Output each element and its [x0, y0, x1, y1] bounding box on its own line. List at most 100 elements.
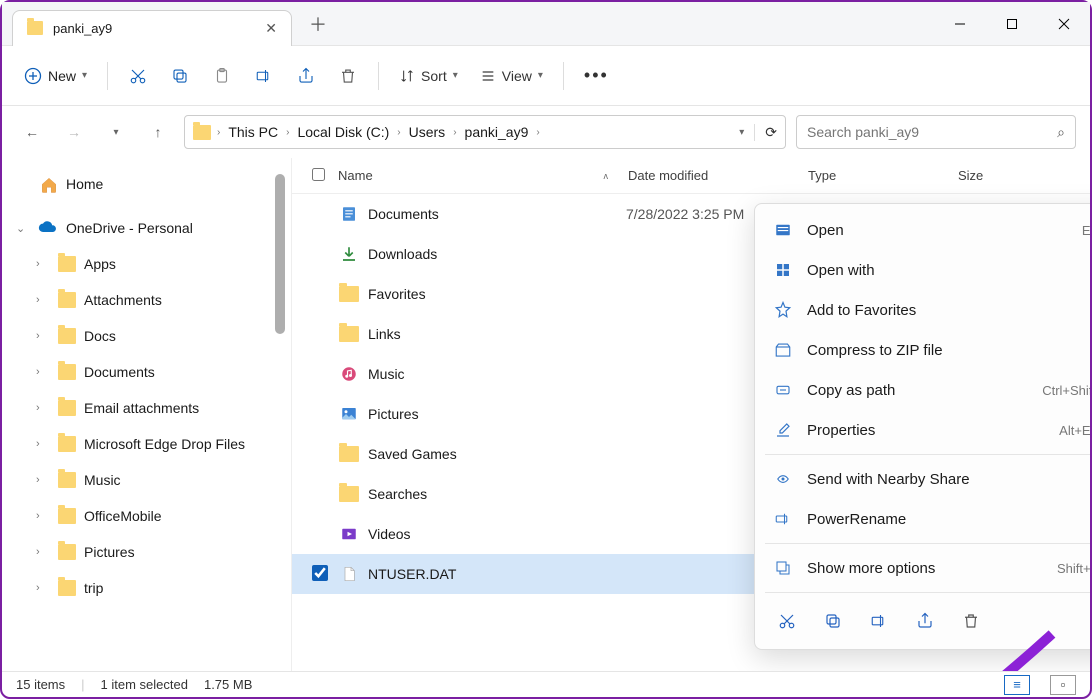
- close-button[interactable]: [1038, 2, 1090, 46]
- column-name[interactable]: Nameʌ: [338, 168, 628, 183]
- sidebar-item[interactable]: › Docs: [2, 318, 291, 354]
- search-input[interactable]: [807, 124, 1057, 140]
- chevron-right-icon[interactable]: ›: [36, 474, 50, 486]
- sidebar-item-label: trip: [84, 580, 103, 596]
- maximize-button[interactable]: [986, 2, 1038, 46]
- chevron-right-icon[interactable]: ›: [36, 366, 50, 378]
- column-date[interactable]: Date modified: [628, 168, 808, 183]
- crumb-this-pc[interactable]: This PC: [226, 124, 280, 140]
- sidebar-item-label: Apps: [84, 256, 116, 272]
- chevron-right-icon[interactable]: ›: [36, 258, 50, 270]
- crumb-drive[interactable]: Local Disk (C:): [295, 124, 391, 140]
- crumb-current[interactable]: panki_ay9: [463, 124, 531, 140]
- divider: [378, 62, 379, 90]
- new-button[interactable]: New ▾: [16, 58, 95, 94]
- select-all-checkbox[interactable]: [312, 168, 325, 181]
- delete-button[interactable]: [330, 58, 366, 94]
- row-name: Pictures: [368, 406, 626, 422]
- details-view-button[interactable]: ≡: [1004, 675, 1030, 695]
- context-item[interactable]: Add to Favorites: [755, 290, 1090, 330]
- forward-button[interactable]: →: [58, 116, 90, 148]
- status-selected: 1 item selected: [101, 677, 188, 692]
- folder-icon: [27, 21, 43, 35]
- address-bar-row: ← → ▾ ↑ › This PC › Local Disk (C:) › Us…: [2, 106, 1090, 158]
- row-checkbox[interactable]: [312, 565, 328, 581]
- sidebar-item[interactable]: › Pictures: [2, 534, 291, 570]
- context-item[interactable]: Show more options Shift+F10: [755, 548, 1090, 588]
- context-shortcut: Ctrl+Shift+C: [1042, 383, 1090, 398]
- row-icon: [338, 365, 360, 383]
- chevron-right-icon[interactable]: ›: [36, 546, 50, 558]
- context-item[interactable]: Send with Nearby Share: [755, 459, 1090, 499]
- sidebar-home[interactable]: Home: [2, 166, 291, 202]
- file-list-pane: Nameʌ Date modified Type Size Documents …: [292, 158, 1090, 671]
- sidebar-item[interactable]: › Attachments: [2, 282, 291, 318]
- sidebar-item-label: Email attachments: [84, 400, 199, 416]
- rename-icon: [773, 509, 793, 529]
- context-item[interactable]: Properties Alt+Enter: [755, 410, 1090, 450]
- context-label: PowerRename: [807, 511, 1090, 528]
- tab[interactable]: panki_ay9 ✕: [12, 10, 292, 46]
- sidebar-item[interactable]: › Microsoft Edge Drop Files: [2, 426, 291, 462]
- column-size[interactable]: Size: [958, 168, 1090, 183]
- context-item[interactable]: Open with ›: [755, 250, 1090, 290]
- chevron-right-icon[interactable]: ›: [36, 330, 50, 342]
- folder-icon: [58, 544, 76, 560]
- up-button[interactable]: ↑: [142, 116, 174, 148]
- context-item[interactable]: Compress to ZIP file: [755, 330, 1090, 370]
- context-item[interactable]: PowerRename: [755, 499, 1090, 539]
- thumbnails-view-button[interactable]: ▫: [1050, 675, 1076, 695]
- row-icon: [338, 525, 360, 543]
- context-separator: [765, 592, 1090, 593]
- sidebar-scrollbar[interactable]: [275, 174, 285, 334]
- row-icon: [338, 485, 360, 503]
- sidebar-item[interactable]: › trip: [2, 570, 291, 606]
- status-bar: 15 items | 1 item selected 1.75 MB ≡ ▫: [2, 671, 1090, 697]
- sidebar-item[interactable]: › OfficeMobile: [2, 498, 291, 534]
- chevron-right-icon[interactable]: ›: [36, 582, 50, 594]
- chevron-down-icon[interactable]: ⌄: [16, 222, 30, 235]
- search-box[interactable]: ⌕: [796, 115, 1076, 149]
- delete-button[interactable]: [951, 603, 991, 639]
- more-button[interactable]: •••: [576, 58, 617, 94]
- copy-button[interactable]: [813, 603, 853, 639]
- sidebar-onedrive[interactable]: ⌄ OneDrive - Personal: [2, 210, 291, 246]
- crumb-users[interactable]: Users: [407, 124, 448, 140]
- chevron-right-icon: ›: [397, 127, 400, 138]
- cut-button[interactable]: [120, 58, 156, 94]
- view-button[interactable]: View ▾: [472, 58, 551, 94]
- chevron-right-icon[interactable]: ›: [36, 438, 50, 450]
- new-tab-button[interactable]: ＋: [302, 8, 334, 40]
- rename-button[interactable]: [859, 603, 899, 639]
- sidebar-item-label: Documents: [84, 364, 155, 380]
- chevron-right-icon[interactable]: ›: [36, 510, 50, 522]
- sidebar-item[interactable]: › Music: [2, 462, 291, 498]
- folder-icon: [58, 580, 76, 596]
- chevron-right-icon[interactable]: ›: [36, 402, 50, 414]
- paste-button[interactable]: [204, 58, 240, 94]
- minimize-button[interactable]: [934, 2, 986, 46]
- cut-button[interactable]: [767, 603, 807, 639]
- recent-button[interactable]: ▾: [100, 116, 132, 148]
- rename-button[interactable]: [246, 58, 282, 94]
- copy-button[interactable]: [162, 58, 198, 94]
- chevron-down-icon[interactable]: ▾: [739, 127, 744, 138]
- sidebar-item[interactable]: › Email attachments: [2, 390, 291, 426]
- sidebar-item-label: Music: [84, 472, 121, 488]
- context-item[interactable]: Open Enter: [755, 210, 1090, 250]
- context-item[interactable]: Copy as path Ctrl+Shift+C: [755, 370, 1090, 410]
- row-name: Links: [368, 326, 626, 342]
- sidebar-item[interactable]: › Documents: [2, 354, 291, 390]
- chevron-right-icon[interactable]: ›: [36, 294, 50, 306]
- breadcrumb[interactable]: › This PC › Local Disk (C:) › Users › pa…: [184, 115, 786, 149]
- sort-button[interactable]: Sort ▾: [391, 58, 466, 94]
- back-button[interactable]: ←: [16, 116, 48, 148]
- close-tab-icon[interactable]: ✕: [265, 20, 277, 37]
- column-type[interactable]: Type: [808, 168, 958, 183]
- refresh-button[interactable]: ⟳: [754, 124, 777, 141]
- share-button[interactable]: [905, 603, 945, 639]
- search-icon[interactable]: ⌕: [1057, 124, 1065, 141]
- share-button[interactable]: [288, 58, 324, 94]
- sidebar-item[interactable]: › Apps: [2, 246, 291, 282]
- share-icon: [297, 67, 315, 85]
